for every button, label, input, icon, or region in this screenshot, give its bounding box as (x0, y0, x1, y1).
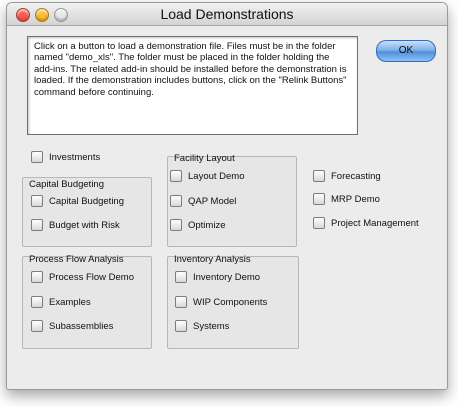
budget-with-risk-checkbox[interactable]: Budget with Risk (31, 218, 120, 232)
capital-budgeting-label: Capital Budgeting (49, 195, 124, 207)
process-flow-demo-label: Process Flow Demo (49, 271, 134, 283)
checkbox-box[interactable] (31, 271, 43, 283)
checkbox-box[interactable] (313, 170, 325, 182)
instructions-text: Click on a button to load a demonstratio… (27, 36, 358, 135)
checkbox-box[interactable] (170, 219, 182, 231)
load-demonstrations-dialog: Load Demonstrations Click on a button to… (6, 2, 448, 390)
checkbox-box[interactable] (175, 296, 187, 308)
checkbox-box[interactable] (170, 195, 182, 207)
process-flow-demo-checkbox[interactable]: Process Flow Demo (31, 270, 134, 284)
optimize-checkbox[interactable]: Optimize (170, 218, 225, 232)
wip-components-label: WIP Components (193, 296, 268, 308)
checkbox-box[interactable] (31, 151, 43, 163)
checkbox-box[interactable] (31, 296, 43, 308)
process-flow-title: Process Flow Analysis (29, 254, 124, 265)
checkbox-box[interactable] (175, 320, 187, 332)
systems-checkbox[interactable]: Systems (175, 319, 229, 333)
forecasting-checkbox[interactable]: Forecasting (313, 169, 381, 183)
layout-demo-label: Layout Demo (188, 170, 245, 182)
optimize-label: Optimize (188, 219, 226, 231)
checkbox-box[interactable] (313, 217, 325, 229)
checkbox-box[interactable] (31, 195, 43, 207)
systems-label: Systems (193, 320, 230, 332)
capital-budgeting-checkbox[interactable]: Capital Budgeting (31, 194, 124, 208)
qap-model-checkbox[interactable]: QAP Model (170, 194, 236, 208)
examples-checkbox[interactable]: Examples (31, 295, 91, 309)
forecasting-label: Forecasting (331, 170, 381, 182)
investments-label: Investments (49, 151, 101, 163)
checkbox-box[interactable] (313, 193, 325, 205)
ok-button[interactable]: OK (376, 40, 436, 62)
window-title: Load Demonstrations (160, 6, 294, 22)
subassemblies-label: Subassemblies (49, 320, 114, 332)
wip-components-checkbox[interactable]: WIP Components (175, 295, 267, 309)
qap-model-label: QAP Model (188, 195, 237, 207)
project-management-label: Project Management (331, 217, 419, 229)
checkbox-box[interactable] (170, 170, 182, 182)
subassemblies-checkbox[interactable]: Subassemblies (31, 319, 113, 333)
facility-layout-title: Facility Layout (174, 153, 235, 164)
inventory-demo-label: Inventory Demo (193, 271, 261, 283)
capital-budgeting-title: Capital Budgeting (29, 179, 104, 190)
checkbox-box[interactable] (31, 320, 43, 332)
examples-label: Examples (49, 296, 91, 308)
layout-demo-checkbox[interactable]: Layout Demo (170, 169, 245, 183)
inventory-demo-checkbox[interactable]: Inventory Demo (175, 270, 260, 284)
checkbox-box[interactable] (31, 219, 43, 231)
budget-with-risk-label: Budget with Risk (49, 219, 120, 231)
project-management-checkbox[interactable]: Project Management (313, 216, 419, 230)
inventory-analysis-title: Inventory Analysis (174, 254, 251, 265)
investments-checkbox[interactable]: Investments (31, 150, 100, 164)
mrp-demo-checkbox[interactable]: MRP Demo (313, 192, 380, 206)
title-bar[interactable]: Load Demonstrations (7, 3, 447, 26)
mrp-demo-label: MRP Demo (331, 193, 380, 205)
checkbox-box[interactable] (175, 271, 187, 283)
